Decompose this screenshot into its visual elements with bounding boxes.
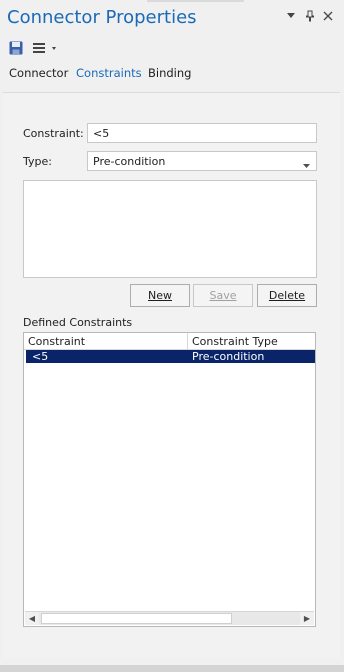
column-header-constraint-type[interactable]: Constraint Type — [188, 333, 315, 350]
tab-connector[interactable]: Connector — [9, 66, 68, 80]
row-constraint: <5 — [32, 350, 49, 363]
constraint-label: Constraint: — [23, 127, 84, 140]
tab-binding[interactable]: Binding — [148, 66, 191, 80]
active-tab-indicator — [104, 87, 120, 98]
delete-button[interactable]: Delete — [257, 284, 317, 307]
hamburger-menu-icon[interactable] — [33, 42, 59, 57]
close-icon[interactable] — [321, 9, 335, 23]
scrollbar-thumb[interactable] — [41, 613, 232, 624]
save-disk-icon[interactable] — [9, 41, 23, 58]
chevron-down-icon — [303, 159, 310, 172]
type-label: Type: — [23, 155, 52, 168]
delete-button-label: Delete — [268, 289, 306, 302]
type-select-value: Pre-condition — [93, 155, 166, 168]
constraint-input[interactable]: <5 — [87, 123, 317, 143]
horizontal-scrollbar[interactable]: ◀ ▶ — [25, 611, 314, 625]
top-edge — [147, 0, 244, 2]
scroll-right-icon[interactable]: ▶ — [300, 612, 314, 625]
chevron-down-icon[interactable] — [284, 9, 298, 23]
row-constraint-type: Pre-condition — [192, 350, 265, 363]
new-button-label: New — [148, 289, 172, 302]
window-title: Connector Properties — [7, 7, 197, 28]
save-button-label: Save — [209, 289, 237, 302]
table-row[interactable]: <5 Pre-condition — [26, 350, 315, 363]
notes-textarea[interactable] — [23, 180, 317, 278]
constraints-list[interactable]: Constraint Constraint Type <5 Pre-condit… — [23, 332, 316, 627]
save-button[interactable]: Save — [193, 284, 253, 307]
pin-icon[interactable] — [303, 9, 317, 23]
new-button[interactable]: New — [130, 284, 190, 307]
scroll-left-icon[interactable]: ◀ — [25, 612, 39, 625]
tab-constraints[interactable]: Constraints — [76, 66, 142, 80]
column-header-constraint[interactable]: Constraint — [24, 333, 188, 350]
bottom-edge — [0, 665, 344, 672]
type-select[interactable]: Pre-condition — [87, 151, 317, 171]
defined-constraints-label: Defined Constraints — [23, 316, 133, 329]
